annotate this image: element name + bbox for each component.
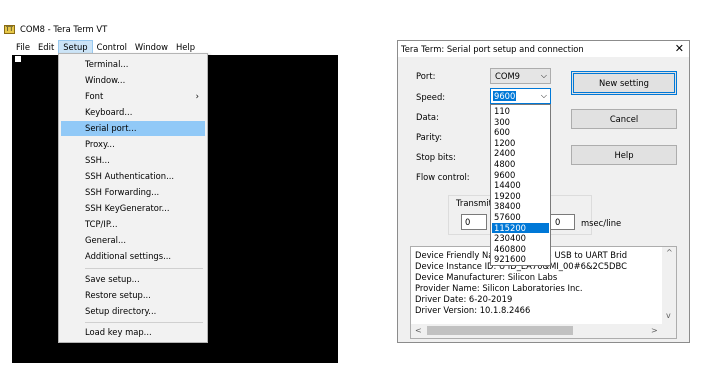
- cancel-button[interactable]: Cancel: [571, 109, 677, 129]
- menu-item-proxy[interactable]: Proxy...: [61, 137, 205, 152]
- horizontal-scrollbar[interactable]: < >: [411, 324, 676, 338]
- menu-item-restore-setup[interactable]: Restore setup...: [61, 288, 205, 303]
- parity-label: Parity:: [416, 132, 443, 142]
- speed-option[interactable]: 600: [492, 127, 549, 138]
- port-select[interactable]: COM9 ⌵: [490, 68, 551, 84]
- terminal-cursor: [15, 56, 21, 62]
- menu-separator: [85, 268, 203, 269]
- window-title: COM8 - Tera Term VT: [20, 24, 108, 34]
- port-label: Port:: [416, 71, 436, 81]
- driver-version-line: Driver Version: 10.1.8.2466: [415, 305, 531, 315]
- speed-option-hovered[interactable]: 115200: [492, 222, 549, 234]
- setup-dropdown-menu: Terminal... Window... Font › Keyboard...…: [58, 53, 208, 343]
- chevron-down-icon: ⌵: [540, 71, 547, 80]
- provider-name-line: Provider Name: Silicon Laboratories Inc.: [415, 283, 583, 293]
- menu-item-ssh-forwarding[interactable]: SSH Forwarding...: [61, 185, 205, 200]
- new-setting-button[interactable]: New setting: [571, 71, 677, 95]
- msec-line-label: msec/line: [581, 218, 622, 228]
- speed-option[interactable]: 57600: [492, 212, 549, 223]
- device-manufacturer-line: Device Manufacturer: Silicon Labs: [415, 272, 558, 282]
- speed-value: 9600: [493, 91, 517, 101]
- line-delay-input[interactable]: 0: [549, 214, 575, 230]
- dialog-titlebar: Tera Term: Serial port setup and connect…: [398, 41, 689, 57]
- menu-file[interactable]: File: [12, 40, 34, 54]
- stop-bits-label: Stop bits:: [416, 152, 456, 162]
- menu-item-ssh-keygenerator[interactable]: SSH KeyGenerator...: [61, 201, 205, 216]
- speed-dropdown-list: 110 300 600 1200 2400 4800 9600 14400 19…: [490, 104, 551, 266]
- scroll-left-icon[interactable]: <: [415, 326, 422, 335]
- speed-option[interactable]: 460800: [492, 244, 549, 255]
- scroll-down-icon[interactable]: v: [666, 311, 671, 320]
- speed-option[interactable]: 1200: [492, 138, 549, 149]
- port-value: COM9: [495, 71, 520, 81]
- menubar: File Edit Setup Control Window Help: [12, 40, 199, 54]
- menu-item-load-key-map[interactable]: Load key map...: [61, 325, 205, 340]
- char-delay-input[interactable]: 0: [461, 214, 487, 230]
- menu-item-terminal[interactable]: Terminal...: [61, 57, 205, 72]
- submenu-arrow-icon: ›: [195, 91, 199, 101]
- menu-window[interactable]: Window: [131, 40, 172, 54]
- speed-option[interactable]: 230400: [492, 233, 549, 244]
- chevron-down-icon: ⌵: [540, 91, 547, 100]
- speed-option[interactable]: 9600: [492, 170, 549, 181]
- menu-item-window[interactable]: Window...: [61, 73, 205, 88]
- menu-help[interactable]: Help: [172, 40, 199, 54]
- speed-select[interactable]: 9600 ⌵: [490, 88, 551, 104]
- menu-separator: [85, 322, 203, 323]
- speed-option[interactable]: 38400: [492, 201, 549, 212]
- scroll-up-icon[interactable]: ^: [666, 248, 673, 257]
- tera-term-icon: TT: [4, 24, 15, 34]
- menu-item-serial-port[interactable]: Serial port...: [61, 121, 205, 136]
- menu-item-setup-directory[interactable]: Setup directory...: [61, 304, 205, 319]
- speed-option[interactable]: 2400: [492, 148, 549, 159]
- scroll-thumb[interactable]: [427, 326, 573, 335]
- menu-item-ssh[interactable]: SSH...: [61, 153, 205, 168]
- speed-option[interactable]: 300: [492, 117, 549, 128]
- menu-setup[interactable]: Setup: [58, 40, 93, 54]
- menu-item-keyboard[interactable]: Keyboard...: [61, 105, 205, 120]
- menu-item-font-label: Font: [85, 91, 104, 101]
- menu-item-additional-settings[interactable]: Additional settings...: [61, 249, 205, 264]
- menu-item-save-setup[interactable]: Save setup...: [61, 272, 205, 287]
- driver-date-line: Driver Date: 6-20-2019: [415, 294, 513, 304]
- speed-option[interactable]: 110: [492, 106, 549, 117]
- menu-item-tcpip[interactable]: TCP/IP...: [61, 217, 205, 232]
- speed-option[interactable]: 4800: [492, 159, 549, 170]
- help-button[interactable]: Help: [571, 145, 677, 165]
- serial-port-dialog: Tera Term: Serial port setup and connect…: [397, 40, 690, 343]
- data-label: Data:: [416, 112, 439, 122]
- speed-option[interactable]: 921600: [492, 254, 549, 265]
- menu-item-ssh-authentication[interactable]: SSH Authentication...: [61, 169, 205, 184]
- menu-item-general[interactable]: General...: [61, 233, 205, 248]
- menu-item-font[interactable]: Font ›: [61, 89, 205, 104]
- menu-control[interactable]: Control: [93, 40, 131, 54]
- speed-label: Speed:: [416, 92, 446, 102]
- terminal-titlebar: TT COM8 - Tera Term VT: [4, 22, 107, 36]
- speed-option[interactable]: 19200: [492, 191, 549, 202]
- vertical-scrollbar[interactable]: ^ v: [662, 247, 676, 324]
- flow-control-label: Flow control:: [416, 172, 470, 182]
- dialog-title: Tera Term: Serial port setup and connect…: [401, 44, 584, 54]
- scroll-right-icon[interactable]: >: [651, 326, 658, 335]
- speed-option[interactable]: 14400: [492, 180, 549, 191]
- close-icon[interactable]: ✕: [675, 41, 684, 57]
- menu-edit[interactable]: Edit: [34, 40, 58, 54]
